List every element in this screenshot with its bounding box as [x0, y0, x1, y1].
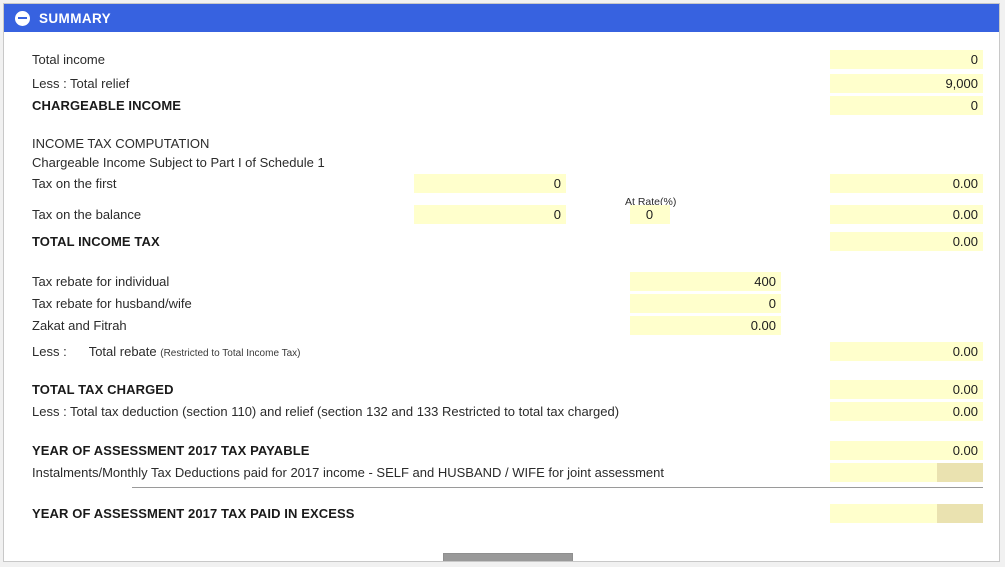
label-zakat-fitrah: Zakat and Fitrah — [32, 318, 127, 333]
label-total-income-tax: TOTAL INCOME TAX — [32, 234, 160, 249]
field-tax-on-first-amount[interactable] — [414, 174, 566, 193]
field-tax-on-balance-tax[interactable] — [830, 205, 983, 224]
label-less-total-relief: Less : Total relief — [32, 76, 130, 91]
row-total-income: Total income — [4, 49, 999, 71]
label-tax-on-balance: Tax on the balance — [32, 207, 142, 222]
row-total-income-tax: TOTAL INCOME TAX — [4, 231, 999, 253]
field-at-rate[interactable] — [630, 205, 670, 224]
label-tax-paid-in-excess: YEAR OF ASSESSMENT 2017 TAX PAID IN EXCE… — [32, 506, 355, 521]
label-chargeable-income-subject: Chargeable Income Subject to Part I of S… — [32, 155, 325, 170]
row-less-total-relief: Less : Total relief — [4, 73, 999, 95]
label-tax-payable: YEAR OF ASSESSMENT 2017 TAX PAYABLE — [32, 443, 310, 458]
label-instalments: Instalments/Monthly Tax Deductions paid … — [32, 465, 664, 480]
label-less-total-rebate: Less : Total rebate (Restricted to Total … — [32, 341, 301, 365]
summary-body: Total income Less : Total relief CHARGEA… — [4, 32, 999, 561]
label-total-rebate-note: (Restricted to Total Income Tax) — [160, 348, 301, 359]
continue-button[interactable]: Continue — [443, 553, 573, 561]
row-rebate-individual: Tax rebate for individual — [4, 271, 999, 293]
field-tax-on-balance-amount[interactable] — [414, 205, 566, 224]
field-total-income[interactable] — [830, 50, 983, 69]
field-rebate-individual[interactable] — [630, 272, 781, 291]
label-rebate-spouse: Tax rebate for husband/wife — [32, 296, 192, 311]
row-chargeable-income: CHARGEABLE INCOME — [4, 95, 999, 117]
field-zakat-fitrah[interactable] — [630, 316, 781, 335]
label-chargeable-income: CHARGEABLE INCOME — [32, 98, 182, 113]
row-zakat-fitrah: Zakat and Fitrah — [4, 315, 999, 337]
summary-panel: SUMMARY Total income Less : Total relief… — [3, 3, 1000, 562]
field-less-tax-deduction[interactable] — [830, 402, 983, 421]
row-tax-on-first: Tax on the first — [4, 173, 999, 195]
field-instalments-readonly[interactable] — [937, 463, 983, 482]
label-tax-on-first: Tax on the first — [32, 176, 117, 191]
field-tax-paid-in-excess-readonly[interactable] — [937, 504, 983, 523]
section-divider — [132, 487, 983, 488]
field-chargeable-income[interactable] — [830, 96, 983, 115]
minus-circle-icon[interactable] — [15, 10, 30, 26]
field-rebate-spouse[interactable] — [630, 294, 781, 313]
row-total-tax-charged: TOTAL TAX CHARGED — [4, 379, 999, 401]
field-total-tax-charged[interactable] — [830, 380, 983, 399]
page-title: SUMMARY — [39, 10, 112, 26]
label-total-income: Total income — [32, 52, 105, 67]
row-less-tax-deduction: Less : Total tax deduction (section 110)… — [4, 401, 999, 423]
label-rebate-individual: Tax rebate for individual — [32, 274, 170, 289]
row-instalments: Instalments/Monthly Tax Deductions paid … — [4, 462, 999, 484]
row-tax-paid-in-excess: YEAR OF ASSESSMENT 2017 TAX PAID IN EXCE… — [4, 503, 999, 525]
field-tax-on-first-tax[interactable] — [830, 174, 983, 193]
label-total-tax-charged: TOTAL TAX CHARGED — [32, 382, 174, 397]
row-tax-payable: YEAR OF ASSESSMENT 2017 TAX PAYABLE — [4, 440, 999, 462]
row-rebate-spouse: Tax rebate for husband/wife — [4, 293, 999, 315]
field-tax-payable[interactable] — [830, 441, 983, 460]
field-less-total-rebate[interactable] — [830, 342, 983, 361]
label-total-rebate: Total rebate — [88, 344, 157, 359]
label-less-prefix: Less : — [32, 344, 67, 359]
row-tax-on-balance: Tax on the balance — [4, 204, 999, 226]
panel-header: SUMMARY — [4, 4, 999, 32]
field-less-total-relief[interactable] — [830, 74, 983, 93]
label-less-tax-deduction: Less : Total tax deduction (section 110)… — [32, 404, 620, 419]
row-less-total-rebate: Less : Total rebate (Restricted to Total … — [4, 341, 999, 363]
field-total-income-tax[interactable] — [830, 232, 983, 251]
row-chargeable-income-subject: Chargeable Income Subject to Part I of S… — [4, 152, 999, 174]
